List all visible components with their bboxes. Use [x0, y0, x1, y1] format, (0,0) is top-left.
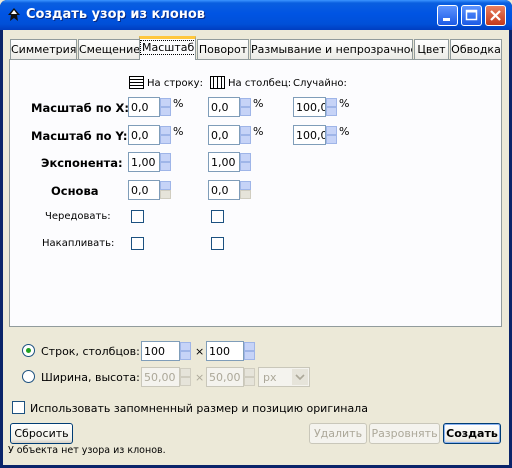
inkscape-app-icon [8, 8, 20, 21]
spin-arrows[interactable] [160, 181, 171, 199]
tab-blur-opacity[interactable]: Размывание и непрозрачность [250, 39, 413, 59]
close-icon [490, 10, 501, 21]
spin-arrows[interactable] [244, 368, 255, 386]
per-column-icon [210, 76, 225, 89]
spin-arrows[interactable] [240, 153, 251, 171]
cumulate-per-row-checkbox[interactable] [131, 237, 144, 250]
unit-select-value: px [263, 371, 277, 384]
use-saved-checkbox[interactable] [12, 401, 25, 414]
width-height-label: Ширина, высота: [41, 371, 140, 384]
times-sign: × [195, 345, 205, 358]
maximize-button[interactable] [461, 5, 482, 26]
tab-symmetry[interactable]: Симметрия [10, 39, 77, 59]
per-row-header: На строку: [147, 78, 203, 89]
spin-value[interactable]: 100,0 [293, 125, 326, 145]
spin-arrows[interactable] [244, 342, 255, 360]
percent-label: % [173, 97, 184, 110]
minimize-button[interactable] [437, 5, 458, 26]
use-saved-label: Использовать запомненный размер и позици… [30, 402, 368, 415]
alternate-per-row-checkbox[interactable] [131, 210, 144, 223]
spin-arrows[interactable] [240, 98, 251, 116]
scale-x-label: Масштаб по X: [31, 101, 130, 115]
base-label: Основа [51, 184, 99, 198]
spin-value[interactable]: 100 [206, 341, 244, 361]
alternate-per-column-checkbox[interactable] [211, 210, 224, 223]
status-text: У объекта нет узора из клонов. [8, 445, 166, 456]
spin-arrows[interactable] [180, 342, 191, 360]
chevron-down-icon [292, 369, 308, 385]
tab-label: Масштаб [140, 40, 195, 55]
alternate-label: Чередовать: [45, 211, 111, 222]
tab-scale[interactable]: Масштаб [139, 36, 196, 60]
percent-label: % [253, 97, 264, 110]
spin-value[interactable]: 100 [141, 341, 180, 361]
spin-value[interactable]: 50,00 [141, 367, 180, 387]
cumulate-label: Накапливать: [42, 238, 115, 249]
times-sign: × [195, 371, 205, 384]
percent-label: % [173, 125, 184, 138]
unclump-button[interactable]: Разровнять [369, 423, 440, 444]
per-column-header: На столбец: [228, 78, 292, 89]
tab-label: Цвет [417, 43, 446, 56]
window-title: Создать узор из клонов [26, 7, 205, 22]
spin-arrows[interactable] [240, 181, 251, 199]
clone-tiler-window: Создать узор из клонов Симметрия Смещени… [0, 0, 512, 468]
percent-label: % [339, 97, 350, 110]
maximize-icon [465, 9, 478, 21]
reset-button[interactable]: Сбросить [10, 423, 73, 444]
tab-label: Симметрия [11, 43, 77, 56]
cumulate-per-column-checkbox[interactable] [211, 237, 224, 250]
percent-label: % [253, 125, 264, 138]
spin-arrows[interactable] [160, 126, 171, 144]
tab-label: Размывание и непрозрачность [251, 43, 413, 56]
minimize-icon [443, 18, 450, 21]
tab-label: Обводка [451, 43, 501, 56]
spin-value[interactable]: 0,0 [208, 180, 240, 200]
spin-value[interactable]: 0,0 [128, 97, 160, 117]
tab-label: Смещение [79, 43, 140, 56]
exponent-label: Экспонента: [41, 156, 123, 170]
tab-shift[interactable]: Смещение [78, 39, 140, 59]
tab-stroke[interactable]: Обводка [450, 39, 502, 59]
spin-value[interactable]: 1,00 [208, 152, 240, 172]
rows-cols-radio[interactable] [22, 344, 35, 357]
spin-arrows[interactable] [240, 126, 251, 144]
tab-label: Поворот [198, 43, 248, 56]
spin-arrows[interactable] [160, 98, 171, 116]
spin-arrows[interactable] [326, 98, 337, 116]
spin-arrows[interactable] [326, 126, 337, 144]
close-button[interactable] [485, 5, 506, 26]
random-header: Случайно: [293, 78, 347, 89]
title-bar[interactable]: Создать узор из клонов [0, 0, 512, 30]
dialog-body: Симметрия Смещение Масштаб Поворот Размы… [3, 30, 509, 465]
spin-arrows[interactable] [180, 368, 191, 386]
create-button[interactable]: Создать [443, 423, 501, 444]
spin-value[interactable]: 0,0 [208, 125, 240, 145]
scale-tab-panel: На строку: На столбец: Случайно: Масштаб… [9, 59, 502, 327]
spin-value[interactable]: 1,00 [128, 152, 160, 172]
width-height-radio[interactable] [22, 370, 35, 383]
spin-value[interactable]: 50,00 [206, 367, 244, 387]
unit-select[interactable]: px [258, 367, 310, 387]
spin-value[interactable]: 100,0 [293, 97, 326, 117]
radio-dot [26, 348, 31, 353]
tab-rotation[interactable]: Поворот [197, 39, 249, 59]
spin-value[interactable]: 0,0 [208, 97, 240, 117]
scale-y-label: Масштаб по Y: [31, 129, 128, 143]
percent-label: % [339, 125, 350, 138]
spin-value[interactable]: 0,0 [128, 125, 160, 145]
tab-color[interactable]: Цвет [414, 39, 449, 59]
per-row-icon [129, 76, 144, 89]
spin-value[interactable]: 0,0 [128, 180, 160, 200]
spin-arrows[interactable] [160, 153, 171, 171]
delete-button[interactable]: Удалить [309, 423, 367, 444]
rows-cols-label: Строк, столбцов: [41, 345, 140, 358]
